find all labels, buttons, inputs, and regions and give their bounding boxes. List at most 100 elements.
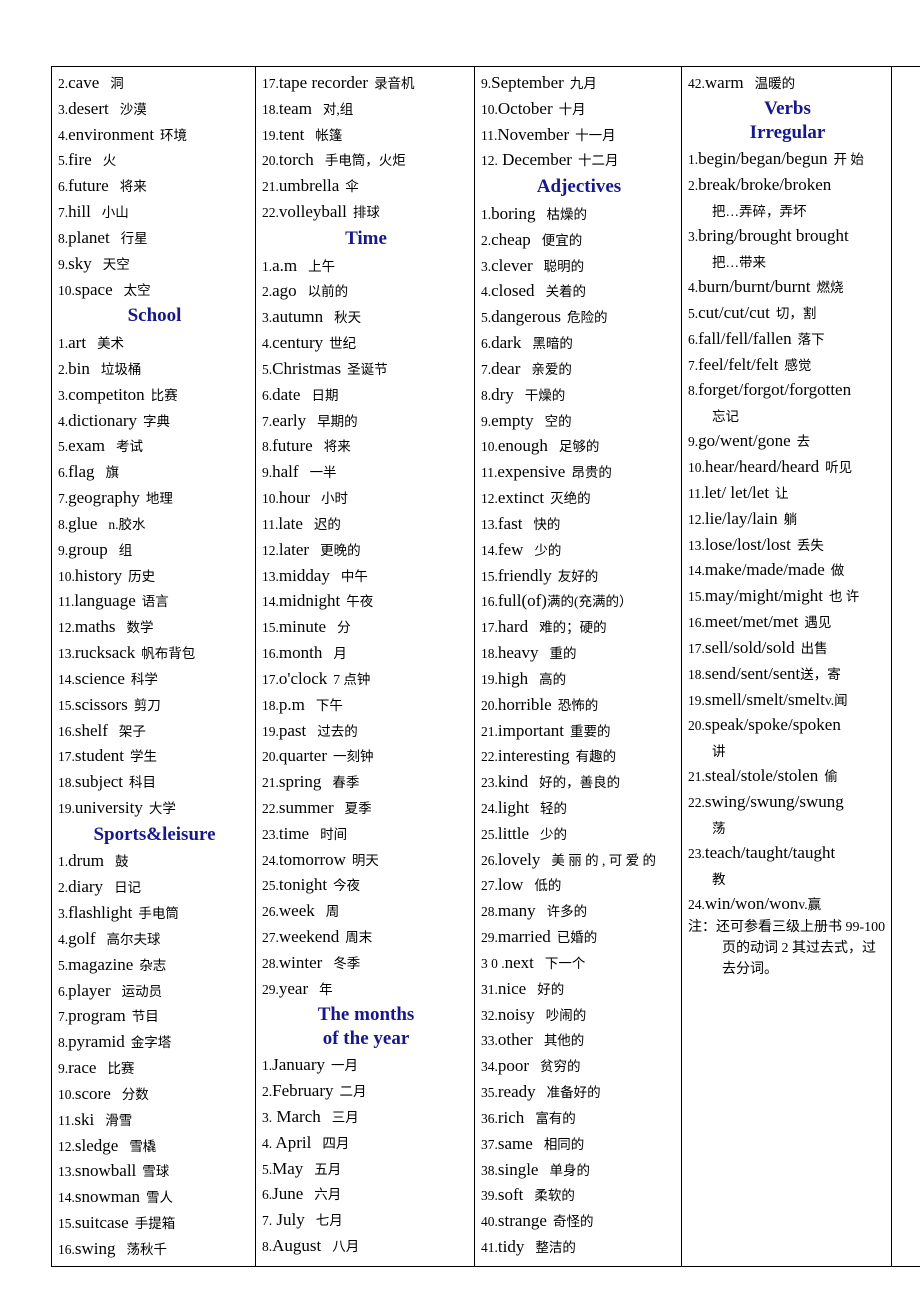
entry-chinese: 科目 xyxy=(129,775,157,791)
entry-number: 2. xyxy=(262,284,273,300)
vocab-entry: 9.September 九月 xyxy=(481,70,677,96)
vocab-entry: 6.player 运动员 xyxy=(58,978,251,1004)
vocab-entry: 15.minute 分 xyxy=(262,614,470,640)
entry-chinese: 轻的 xyxy=(540,801,568,816)
entry-chinese: 一刻钟 xyxy=(333,749,374,765)
entry-chinese: v.赢 xyxy=(798,896,822,912)
entry-number: 11. xyxy=(58,594,75,610)
entry-number: 21. xyxy=(262,775,279,791)
entry-chinese: 伞 xyxy=(345,179,359,195)
entry-chinese: 落下 xyxy=(797,331,825,347)
vocab-entry: 11.November 十一月 xyxy=(481,122,677,148)
entry-english: player xyxy=(68,980,111,1000)
table-cell-column-2: 17.tape recorder 录音机 18.team 对,组 19.tent 帐篷 20… xyxy=(255,66,475,1267)
vocab-entry: 5.exam 考试 xyxy=(58,433,251,459)
vocab-entry: 11.expensive 昂贵的 xyxy=(481,459,677,485)
entry-chinese: 上午 xyxy=(308,258,336,274)
entry-chinese: 垃圾桶 xyxy=(100,361,142,377)
entry-english: drum xyxy=(68,851,105,871)
vocab-entry: 12.later 更晚的 xyxy=(262,537,470,563)
vocab-entry: 5.cut/cut/cut 切，割 xyxy=(688,300,887,326)
vocab-entry: 37.same 相同的 xyxy=(481,1131,677,1157)
section-heading: Time xyxy=(262,226,470,252)
entry-english: forget/forgot/forgotten xyxy=(698,380,852,400)
entry-number: 20. xyxy=(688,718,705,734)
entry-english: full(of) xyxy=(497,591,547,611)
entry-english: group xyxy=(68,539,108,559)
entry-chinese: 整洁的 xyxy=(535,1240,576,1256)
vocab-entry: 20.quarter 一刻钟 xyxy=(262,743,470,769)
entry-english: December xyxy=(497,150,572,170)
entry-number: 24. xyxy=(481,801,498,816)
vocab-entry: 5.magazine 杂志 xyxy=(58,952,251,978)
entry-english: teach/taught/taught xyxy=(704,843,836,863)
entry-chinese: 大学 xyxy=(148,801,176,816)
vocab-entry: 5.Christmas 圣诞节 xyxy=(262,356,470,382)
vocab-entry: 13.snowball 雪球 xyxy=(58,1158,251,1184)
entry-english: bin xyxy=(68,358,90,378)
entry-english: break/broke/broken xyxy=(698,175,832,195)
entry-number: 1. xyxy=(262,258,273,274)
entry-number: 22. xyxy=(262,801,279,816)
entry-number: 17. xyxy=(58,749,75,765)
vocab-entry: 15.may/might/might 也 许 xyxy=(688,583,887,609)
section-heading: Adjectives xyxy=(481,174,677,200)
vocab-entry: 19.tent 帐篷 xyxy=(262,122,470,148)
vocab-entry: 39.soft 柔软的 xyxy=(481,1182,677,1208)
vocab-entry: 9.empty 空的 xyxy=(481,408,677,434)
entry-english: many xyxy=(497,901,536,921)
vocab-entry: 19.university 大学 xyxy=(58,795,251,821)
entry-chinese: 字典 xyxy=(143,413,171,429)
entry-number: 17. xyxy=(688,640,705,656)
entry-english: shelf xyxy=(74,720,108,740)
entry-english: p.m xyxy=(278,694,305,714)
entry-chinese: 小时 xyxy=(321,491,349,507)
vocab-entry: 1.boring 枯燥的 xyxy=(481,201,677,227)
entry-english: hill xyxy=(68,202,91,222)
vocab-entry: 33.other 其他的 xyxy=(481,1027,677,1053)
vocab-entry: 9.half 一半 xyxy=(262,459,470,485)
section-heading: School xyxy=(58,303,251,329)
entry-english: bring/brought brought xyxy=(698,226,849,246)
vocab-entry: 22.volleyball 排球 xyxy=(262,199,470,225)
entry-chinese: 过去的 xyxy=(317,723,358,739)
entry-chinese: 组 xyxy=(118,542,133,558)
entry-number: 1. xyxy=(688,152,699,168)
vocab-entry: 21.important 重要的 xyxy=(481,718,677,744)
entry-number: 5. xyxy=(481,310,492,326)
vocab-entry: 8.dry 干燥的 xyxy=(481,382,677,408)
section-heading-line: Time xyxy=(345,227,387,249)
entry-chinese: 枯燥的 xyxy=(546,206,588,222)
entry-english: future xyxy=(68,176,109,196)
entry-number: 15. xyxy=(262,620,279,636)
entry-english: cave xyxy=(68,73,100,92)
entry-number: 26. xyxy=(262,904,279,920)
entry-chinese: 十二月 xyxy=(577,153,619,169)
entry-number: 12. xyxy=(481,153,498,169)
entry-number: 7. xyxy=(688,357,699,373)
entry-english: soft xyxy=(497,1185,524,1205)
vocab-entry: 29.year 年 xyxy=(262,976,470,1002)
entry-english: dark xyxy=(491,333,522,353)
vocab-entry: 25.little 少的 xyxy=(481,821,677,847)
vocab-entry: 16.full(of)满的(充满的） xyxy=(481,588,677,614)
entry-number: 10. xyxy=(481,101,498,117)
entry-number: 5. xyxy=(688,305,699,321)
entry-english: university xyxy=(74,798,143,817)
vocab-entry: 28.many 许多的 xyxy=(481,898,677,924)
entry-number: 18. xyxy=(688,666,705,682)
entry-english: cheap xyxy=(491,229,531,249)
entry-english: umbrella xyxy=(278,176,340,196)
table-cell-column-5-empty xyxy=(891,66,920,1267)
vocab-entry: 7.feel/felt/felt 感觉 xyxy=(688,352,887,378)
entry-number: 11. xyxy=(688,485,705,501)
vocab-entry: 11.ski 滑雪 xyxy=(58,1107,251,1133)
vocab-entry: 4.closed 关着的 xyxy=(481,278,677,304)
vocab-entry: 3.flashlight 手电筒 xyxy=(58,900,251,926)
entry-number: 18. xyxy=(481,646,498,662)
entry-chinese: 历史 xyxy=(128,568,156,584)
entry-english: time xyxy=(278,823,310,843)
entry-english: empty xyxy=(491,410,534,430)
vocab-entry: 13.midday 中午 xyxy=(262,563,470,589)
entry-chinese: 讲 xyxy=(712,744,726,760)
